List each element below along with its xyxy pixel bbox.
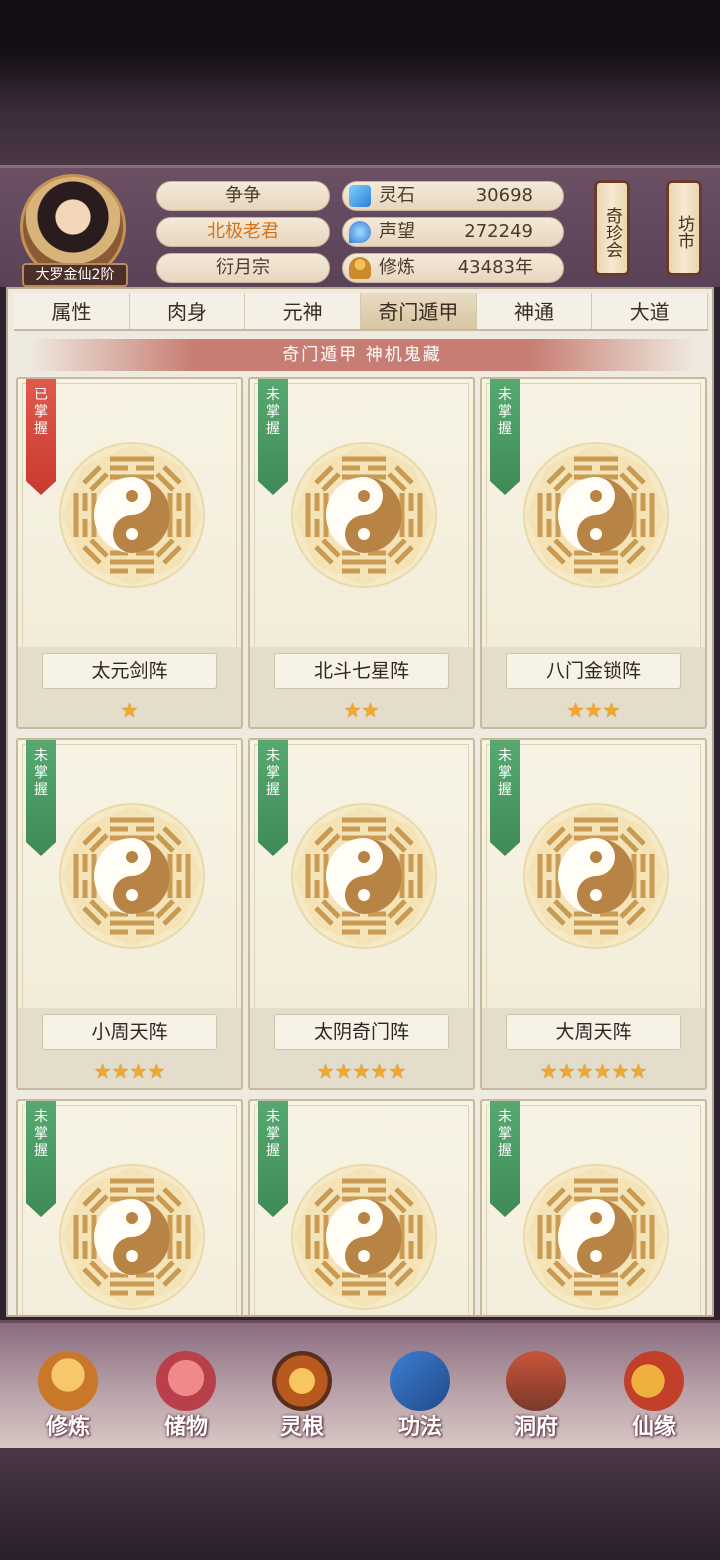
mastery-status-ribbon: 未掌握 (258, 1101, 288, 1217)
storage-bag-icon (156, 1351, 216, 1411)
mastery-status-text: 未掌握 (266, 387, 280, 437)
mastery-status-text: 已掌握 (34, 387, 48, 437)
bagua-icon (290, 802, 438, 950)
nav-item-meditation[interactable]: 修炼 (18, 1347, 118, 1445)
mastery-status-ribbon: 未掌握 (258, 740, 288, 856)
reputation-icon (349, 221, 371, 243)
star-rating: ★★★★ (93, 1059, 166, 1083)
market-button[interactable]: 坊市 (666, 180, 702, 276)
treasure-auction-button[interactable]: 奇珍会 (594, 180, 630, 276)
section-subtitle: 奇门遁甲 神机鬼藏 (28, 339, 696, 371)
bagua-icon (522, 1163, 670, 1311)
formation-card[interactable]: 未掌握 (16, 1099, 243, 1315)
bagua-icon (290, 1163, 438, 1311)
player-name: 争争 (156, 181, 330, 211)
mastery-status-ribbon: 未掌握 (490, 740, 520, 856)
spirit-stone-icon (349, 185, 371, 207)
nav-item-spirit-root[interactable]: 灵根 (252, 1347, 352, 1445)
resource-cultivation: 修炼 43483年 (342, 253, 564, 283)
nav-label: 洞府 (513, 1415, 558, 1440)
tab-divine-arts[interactable]: 神通 (477, 293, 593, 329)
main-panel: 属性 肉身 元神 奇门遁甲 神通 大道 奇门遁甲 神机鬼藏 已掌握 太元剑阵 ★… (6, 287, 714, 1317)
mastery-status-ribbon: 未掌握 (490, 379, 520, 495)
tab-bar: 属性 肉身 元神 奇门遁甲 神通 大道 (14, 293, 709, 331)
resource-spirit-stone: 灵石 30698 (342, 181, 564, 211)
nav-item-gourd[interactable]: 仙缘 (604, 1347, 704, 1445)
status-bar-area (0, 0, 720, 165)
nav-item-technique-book[interactable]: 功法 (370, 1347, 470, 1445)
mastery-status-text: 未掌握 (498, 748, 512, 798)
formation-name: 太阴奇门阵 (274, 1014, 449, 1050)
formation-card[interactable]: 未掌握北斗七星阵 ★★ (248, 377, 475, 729)
nav-label: 修炼 (45, 1415, 90, 1440)
tab-spirit[interactable]: 元神 (245, 293, 362, 329)
star-rating: ★★ (343, 698, 380, 722)
mastery-status-ribbon: 未掌握 (258, 379, 288, 495)
star-rating: ★★★ (566, 698, 621, 722)
mastery-status-ribbon: 已掌握 (26, 379, 56, 495)
realm-badge: 大罗金仙2阶 (22, 263, 128, 287)
formation-card[interactable]: 未掌握太阴奇门阵 ★★★★★ (248, 738, 475, 1090)
formation-name: 大周天阵 (506, 1014, 681, 1050)
formation-name: 太元剑阵 (42, 653, 217, 689)
tab-attributes[interactable]: 属性 (14, 293, 130, 329)
resource-reputation: 声望 272249 (342, 217, 564, 247)
mastery-status-ribbon: 未掌握 (26, 740, 56, 856)
nav-item-cave-dwelling[interactable]: 洞府 (486, 1347, 586, 1445)
nav-label: 储物 (163, 1415, 208, 1440)
formation-card[interactable]: 未掌握八门金锁阵 ★★★ (480, 377, 707, 729)
meditation-icon (38, 1351, 98, 1411)
bottom-safe-area (0, 1448, 720, 1560)
mastery-status-text: 未掌握 (266, 748, 280, 798)
player-header: 大罗金仙2阶 争争 北极老君 衍月宗 灵石 30698 声望 272249 修炼… (0, 165, 720, 287)
mastery-status-text: 未掌握 (34, 1109, 48, 1159)
star-rating: ★★★★★ (316, 1059, 407, 1083)
formation-card[interactable]: 未掌握大周天阵 ★★★★★★ (480, 738, 707, 1090)
bagua-icon (58, 802, 206, 950)
bagua-icon (522, 802, 670, 950)
spirit-root-icon (272, 1351, 332, 1411)
mastery-status-text: 未掌握 (266, 1109, 280, 1159)
nav-label: 仙缘 (631, 1415, 676, 1440)
player-sect: 衍月宗 (156, 253, 330, 283)
bottom-navigation: 修炼 储物 灵根 功法 洞府 仙缘 (0, 1320, 720, 1448)
bagua-icon (58, 441, 206, 589)
nav-label: 灵根 (279, 1415, 324, 1440)
formation-card[interactable]: 未掌握 (248, 1099, 475, 1315)
technique-book-icon (390, 1351, 450, 1411)
cultivation-icon (349, 257, 371, 279)
mastery-status-ribbon: 未掌握 (26, 1101, 56, 1217)
formation-name: 北斗七星阵 (274, 653, 449, 689)
formation-card[interactable]: 未掌握 (480, 1099, 707, 1315)
formation-name: 小周天阵 (42, 1014, 217, 1050)
formation-name: 八门金锁阵 (506, 653, 681, 689)
star-rating: ★ (120, 698, 139, 722)
mastery-status-ribbon: 未掌握 (490, 1101, 520, 1217)
formation-card[interactable]: 已掌握太元剑阵 ★ (16, 377, 243, 729)
tab-body[interactable]: 肉身 (130, 293, 246, 329)
tab-great-dao[interactable]: 大道 (592, 293, 709, 329)
player-title[interactable]: 北极老君 (156, 217, 330, 247)
cave-dwelling-icon (506, 1351, 566, 1411)
mastery-status-text: 未掌握 (34, 748, 48, 798)
mastery-status-text: 未掌握 (498, 387, 512, 437)
bagua-icon (522, 441, 670, 589)
tab-qimen[interactable]: 奇门遁甲 (361, 293, 477, 329)
bagua-icon (58, 1163, 206, 1311)
gourd-icon (624, 1351, 684, 1411)
star-rating: ★★★★★★ (539, 1059, 648, 1083)
bagua-icon (290, 441, 438, 589)
mastery-status-text: 未掌握 (498, 1109, 512, 1159)
formation-card[interactable]: 未掌握小周天阵 ★★★★ (16, 738, 243, 1090)
nav-item-storage-bag[interactable]: 储物 (136, 1347, 236, 1445)
nav-label: 功法 (397, 1415, 442, 1440)
